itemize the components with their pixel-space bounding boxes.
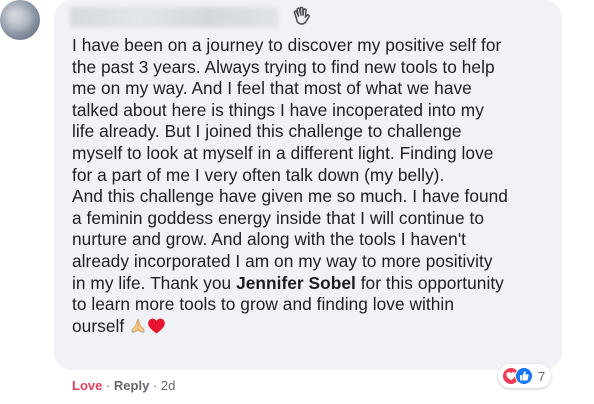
comment-text: I have been on a journey to discover my … <box>72 35 552 340</box>
avatar[interactable] <box>0 0 40 40</box>
waving-hand-icon <box>290 5 312 27</box>
separator: · <box>102 378 114 393</box>
reply-link[interactable]: Reply <box>114 378 149 393</box>
folded-hands-icon <box>129 317 147 341</box>
timestamp[interactable]: 2d <box>161 378 175 393</box>
reaction-count: 7 <box>538 368 546 384</box>
author-name-redacted[interactable] <box>70 7 278 27</box>
red-heart-icon <box>147 317 166 341</box>
like-reaction-icon <box>515 367 533 385</box>
mention-link[interactable]: Jennifer Sobel <box>236 273 356 293</box>
reactions-summary[interactable]: 7 <box>498 364 552 388</box>
comment-container: I have been on a journey to discover my … <box>0 0 594 404</box>
comment-text-part: I have been on a journey to discover my … <box>72 35 508 293</box>
separator: · <box>149 378 161 393</box>
love-reaction-link[interactable]: Love <box>72 378 102 393</box>
comment-actions: Love · Reply · 2d <box>72 378 175 393</box>
